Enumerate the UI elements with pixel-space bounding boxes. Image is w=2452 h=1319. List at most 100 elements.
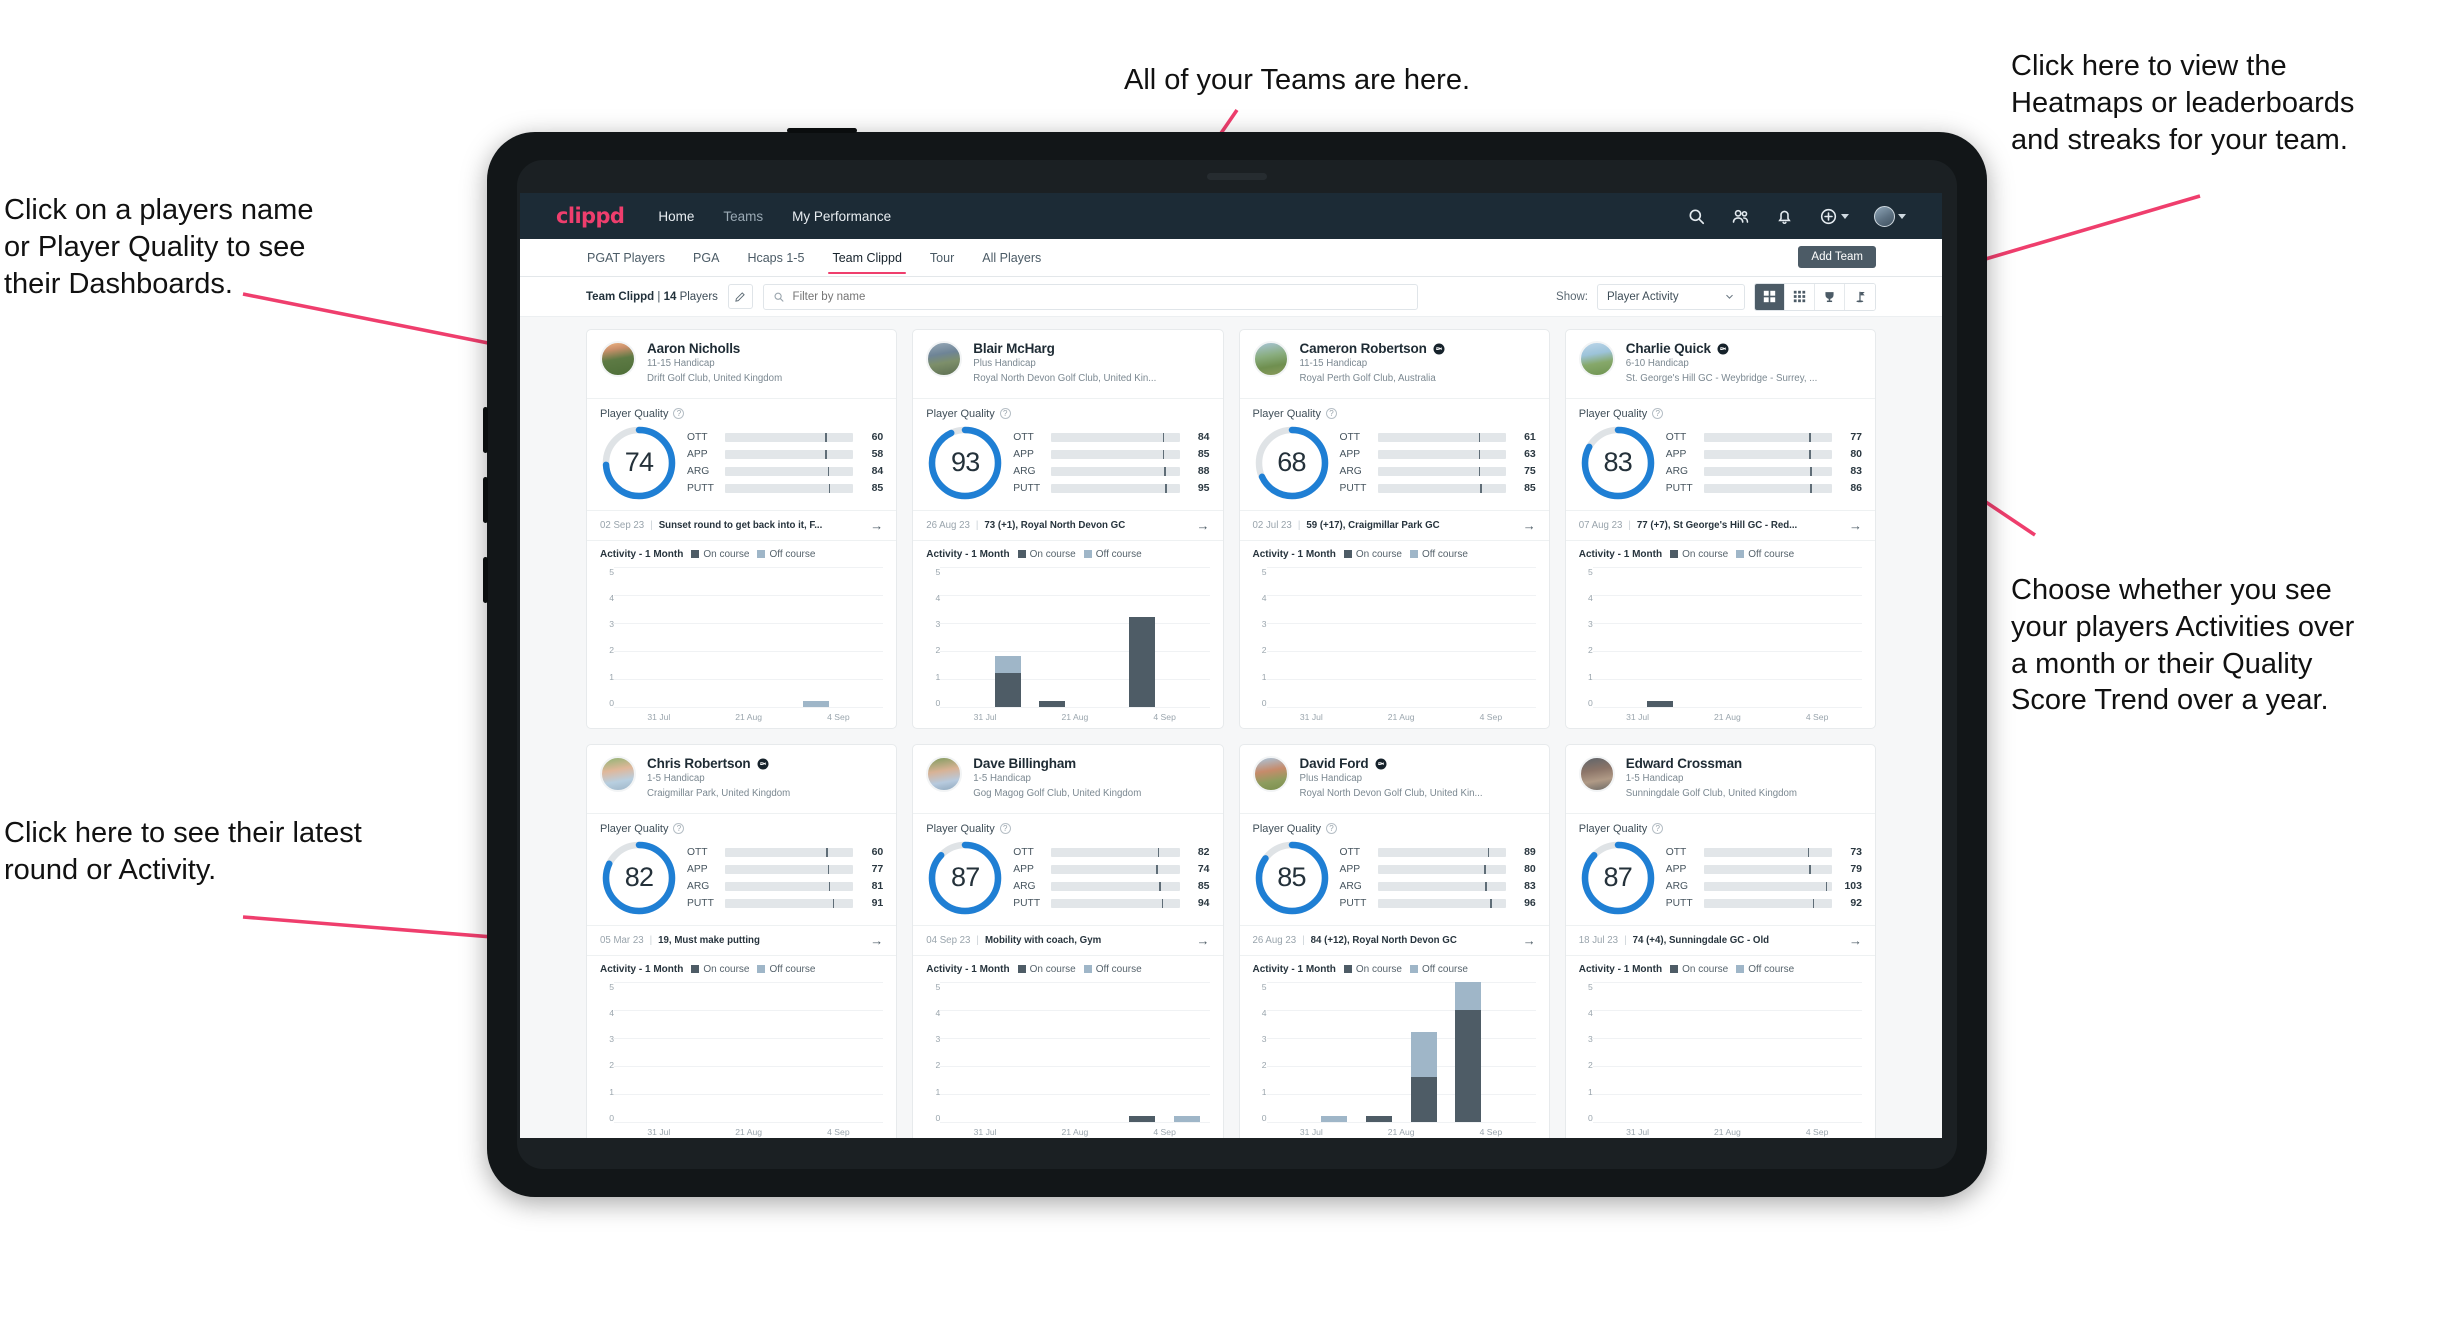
help-icon[interactable]: ? [999,408,1011,420]
activity-bar[interactable] [1129,595,1156,707]
player-quality-section[interactable]: Player Quality ? 82 OTT 60 APP 77 ARG 81… [587,814,896,925]
player-card[interactable]: Charlie Quick 6-10 Handicap St. George's… [1564,329,1876,729]
power-button[interactable] [483,557,488,603]
people-icon[interactable] [1731,207,1750,226]
player-name-row[interactable]: David Ford [1300,756,1483,771]
view-toggle-trophy[interactable] [1815,283,1845,310]
help-icon[interactable]: ? [673,408,685,420]
quality-ring[interactable]: 85 [1253,839,1331,917]
player-avatar[interactable] [926,341,963,377]
player-card[interactable]: Blair McHarg Plus Handicap Royal North D… [912,329,1224,729]
search-box[interactable] [762,283,1418,310]
nav-link-home[interactable]: Home [656,205,696,228]
help-icon[interactable]: ? [1652,823,1664,835]
search-input[interactable] [792,290,1408,303]
latest-round-row[interactable]: 26 Aug 23 | 73 (+1), Royal North Devon G… [913,509,1223,540]
player-avatar[interactable] [1578,341,1615,377]
player-card[interactable]: Dave Billingham 1-5 Handicap Gog Magog G… [912,744,1224,1138]
activity-bar[interactable] [1647,679,1674,707]
latest-round-row[interactable]: 04 Sep 23 | Mobility with coach, Gym → [913,924,1223,955]
player-avatar[interactable] [600,341,636,377]
plus-circle-icon[interactable] [1819,207,1838,226]
help-icon[interactable]: ? [999,823,1011,835]
player-card[interactable]: David Ford Plus Handicap Royal North Dev… [1238,744,1550,1138]
activity-bar[interactable] [1455,981,1482,1122]
arrow-right-icon[interactable]: → [1849,518,1862,533]
player-name-row[interactable]: Charlie Quick [1626,341,1818,356]
player-card-header[interactable]: Aaron Nicholls 11-15 Handicap Drift Golf… [587,330,897,399]
view-toggle-flag[interactable] [1845,283,1875,310]
activity-bar[interactable] [1365,1094,1392,1122]
latest-round-row[interactable]: 05 Mar 23 | 19, Must make putting → [587,924,897,955]
quality-ring[interactable]: 83 [1579,424,1657,502]
edit-team-button[interactable] [727,284,753,309]
clippd-logo[interactable]: clippd [556,204,625,228]
nav-link-my-performance[interactable]: My Performance [790,205,893,228]
arrow-right-icon[interactable]: → [870,933,883,948]
player-name[interactable]: David Ford [1300,756,1369,771]
player-quality-section[interactable]: Player Quality ? 85 OTT 89 APP 80 ARG 83… [1240,814,1549,925]
player-card-header[interactable]: Blair McHarg Plus Handicap Royal North D… [913,330,1223,399]
activity-bar[interactable] [802,679,829,707]
tab-all-players[interactable]: All Players [981,241,1042,274]
latest-round-row[interactable]: 07 Aug 23 | 77 (+7), St George's Hill GC… [1565,509,1875,540]
player-quality-section[interactable]: Player Quality ? 74 OTT 60 APP 58 ARG 84… [587,399,896,510]
player-quality-section[interactable]: Player Quality ? 87 OTT 82 APP 74 ARG 85… [913,814,1222,925]
add-menu[interactable] [1819,207,1849,226]
tab-tour[interactable]: Tour [929,241,955,274]
tab-hcaps-1-5[interactable]: Hcaps 1-5 [746,241,805,274]
player-name[interactable]: Cameron Robertson [1300,341,1427,356]
player-card-header[interactable]: David Ford Plus Handicap Royal North Dev… [1239,745,1549,814]
tab-pgat-players[interactable]: PGAT Players [586,241,666,274]
player-avatar[interactable] [600,756,636,792]
player-avatar[interactable] [926,756,963,792]
arrow-right-icon[interactable]: → [1197,933,1210,948]
player-avatar[interactable] [1252,756,1289,792]
player-card[interactable]: Chris Robertson 1-5 Handicap Craigmillar… [586,744,898,1138]
activity-bar[interactable] [1410,1010,1437,1122]
quality-ring[interactable]: 74 [600,424,678,502]
player-name-row[interactable]: Edward Crossman [1626,756,1797,771]
arrow-right-icon[interactable]: → [1523,518,1536,533]
player-name-row[interactable]: Cameron Robertson [1300,341,1445,356]
view-toggle-grid-small[interactable] [1785,283,1815,310]
quality-ring[interactable]: 68 [1253,424,1331,502]
help-icon[interactable]: ? [673,823,685,835]
player-card[interactable]: Edward Crossman 1-5 Handicap Sunningdale… [1564,744,1876,1138]
player-name[interactable]: Chris Robertson [647,756,751,771]
player-name[interactable]: Dave Billingham [973,756,1076,771]
help-icon[interactable]: ? [1652,408,1664,420]
arrow-right-icon[interactable]: → [1197,518,1210,533]
activity-bar[interactable] [1174,1094,1201,1122]
help-icon[interactable]: ? [1325,823,1337,835]
arrow-right-icon[interactable]: → [870,518,883,533]
arrow-right-icon[interactable]: → [1523,933,1536,948]
search-icon[interactable] [1687,207,1706,226]
quality-ring[interactable]: 93 [926,424,1004,502]
player-quality-section[interactable]: Player Quality ? 68 OTT 61 APP 63 ARG 75… [1240,399,1549,510]
player-quality-section[interactable]: Player Quality ? 87 OTT 73 APP 79 ARG 10… [1566,814,1875,925]
player-card-header[interactable]: Charlie Quick 6-10 Handicap St. George's… [1565,330,1875,399]
latest-round-row[interactable]: 02 Jul 23 | 59 (+17), Craigmillar Park G… [1239,509,1549,540]
add-team-button[interactable]: Add Team [1798,246,1876,268]
player-name[interactable]: Aaron Nicholls [647,341,740,356]
tab-pga[interactable]: PGA [692,241,720,274]
latest-round-row[interactable]: 18 Jul 23 | 74 (+4), Sunningdale GC - Ol… [1565,924,1875,955]
bell-icon[interactable] [1775,207,1794,226]
player-quality-section[interactable]: Player Quality ? 83 OTT 77 APP 80 ARG 83… [1566,399,1875,510]
player-name-row[interactable]: Dave Billingham [973,756,1141,771]
activity-bar[interactable] [1129,1094,1156,1122]
activity-bar[interactable] [1039,679,1066,707]
latest-round-row[interactable]: 02 Sep 23 | Sunset round to get back int… [587,509,897,540]
account-menu[interactable] [1874,205,1906,227]
arrow-right-icon[interactable]: → [1849,933,1862,948]
avatar[interactable] [1874,205,1895,227]
activity-bar[interactable] [1320,1094,1347,1122]
player-name[interactable]: Edward Crossman [1626,756,1742,771]
player-card-header[interactable]: Edward Crossman 1-5 Handicap Sunningdale… [1565,745,1875,814]
player-card[interactable]: Aaron Nicholls 11-15 Handicap Drift Golf… [586,329,898,729]
player-name-row[interactable]: Aaron Nicholls [647,341,782,356]
top-button[interactable] [787,128,857,133]
player-name[interactable]: Charlie Quick [1626,341,1711,356]
latest-round-row[interactable]: 26 Aug 23 | 84 (+12), Royal North Devon … [1239,924,1549,955]
